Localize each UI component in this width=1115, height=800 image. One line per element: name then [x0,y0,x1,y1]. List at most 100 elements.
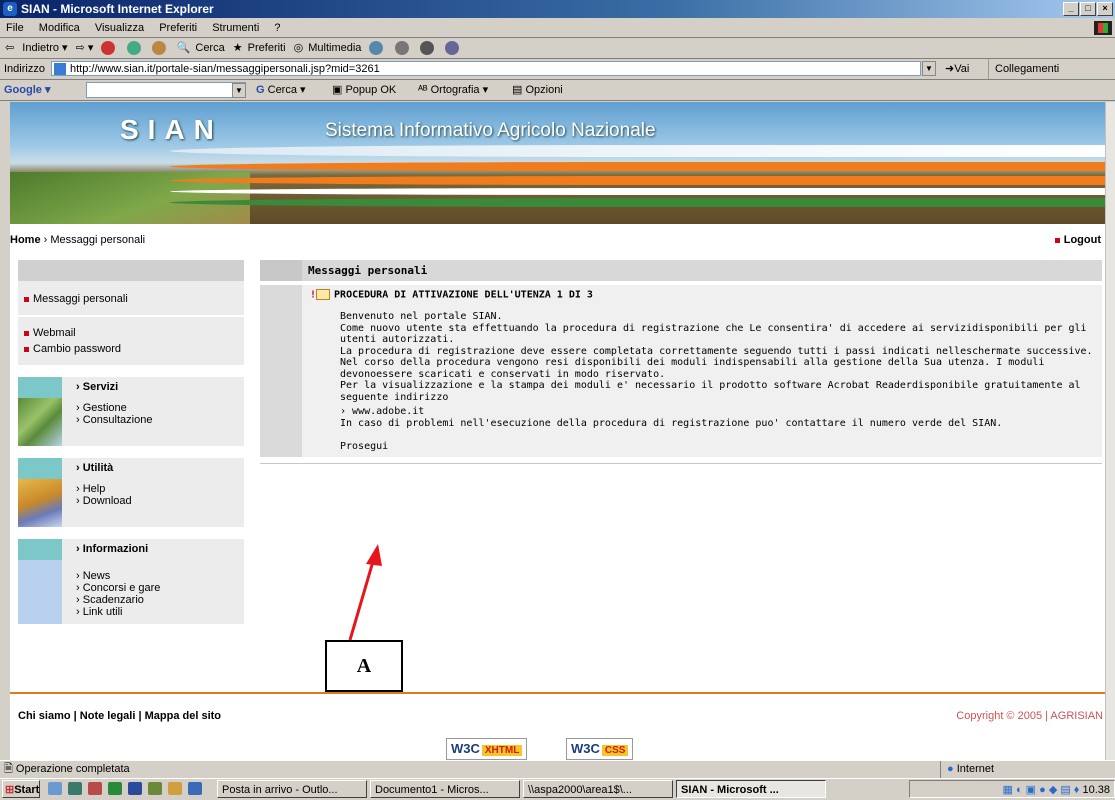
history-icon[interactable] [369,41,384,56]
options-button[interactable]: ▤ Opzioni [512,80,563,100]
print-icon[interactable] [419,41,434,56]
section-title: Utilità [82,462,114,474]
sidebar-item-news[interactable]: › News [76,570,244,582]
address-dropdown-button[interactable]: ▼ [922,61,936,76]
go-button[interactable]: ➜Vai [945,59,969,79]
page-title: Messaggi personali [308,264,428,277]
sidebar-item-scadenzario[interactable]: › Scadenzario [76,594,244,606]
quicklaunch-icon[interactable] [88,782,102,795]
address-input[interactable]: http://www.sian.it/portale-sian/messaggi… [51,61,921,76]
options-label: Opzioni [525,84,563,96]
media-button[interactable]: ◎ Multimedia [294,42,362,54]
section-informazioni-header[interactable]: › Informazioni [18,539,244,560]
quicklaunch-icon[interactable] [48,782,62,795]
quicklaunch-icon[interactable] [148,782,162,795]
w3c-xhtml-badge[interactable]: W3C XHTML [446,738,528,760]
sidebar-item-cambio-password[interactable]: Cambio password [18,341,244,365]
section-utilita-header[interactable]: › Utilità [18,458,244,479]
task-word[interactable]: Documento1 - Micros... [370,780,520,798]
search-button[interactable]: 🔍 Cerca [177,42,225,54]
sidebar-item-help[interactable]: › Help [76,483,244,495]
footer-chi-siamo[interactable]: Chi siamo [18,710,71,722]
sidebar-item-concorsi[interactable]: › Concorsi e gare [76,582,244,594]
google-logo: Google [4,84,42,96]
site-logo[interactable]: SIAN [120,114,223,146]
start-button[interactable]: ⊞Start [2,780,40,798]
envelope-icon [316,289,331,300]
sidebar-item-webmail[interactable]: Webmail [18,317,244,341]
quicklaunch-icon[interactable] [108,782,122,795]
task-explorer[interactable]: \\aspa2000\area1$\... [523,780,673,798]
popup-button[interactable]: ▣ Popup OK [332,80,396,100]
address-bar: Indirizzo http://www.sian.it/portale-sia… [0,59,1115,80]
menu-visualizza[interactable]: Visualizza [95,22,144,34]
bullet-icon [24,330,29,336]
refresh-icon[interactable] [126,41,141,56]
page-icon [54,63,66,75]
main-heading-bar: Messaggi personali [260,260,1102,281]
logout-label: Logout [1063,234,1101,246]
links-button[interactable]: Collegamenti [988,59,1059,79]
stop-icon[interactable] [101,41,116,56]
sidebar: Messaggi personali Webmail Cambio passwo… [18,260,244,624]
task-label: Posta in arrivo - Outlo... [222,784,338,796]
security-zone: ● Internet [940,761,1115,778]
page-scrollbar[interactable] [1105,102,1115,760]
quicklaunch-icon[interactable] [68,782,82,795]
menu-help[interactable]: ? [274,22,280,34]
home-icon[interactable] [151,41,166,56]
google-search-dropdown[interactable]: ▼ [232,83,246,98]
footer-divider [10,692,1105,694]
footer-mappa[interactable]: Mappa del sito [145,710,221,722]
section-swatch [18,458,62,479]
menu-file[interactable]: File [6,22,24,34]
message-paragraph: Per la visualizzazione e la stampa dei m… [340,380,1081,403]
spellcheck-button[interactable]: ᴬᴮ Ortografia ▾ [418,80,488,100]
logout-link[interactable]: Logout [1054,234,1101,246]
tray-icons[interactable]: ▦ ◐ ▣ ● ◆ ▤ ♦ [1003,784,1080,796]
address-url: http://www.sian.it/portale-sian/messaggi… [70,63,380,75]
menu-preferiti[interactable]: Preferiti [159,22,197,34]
menu-modifica[interactable]: Modifica [39,22,80,34]
mail-icon[interactable] [394,41,409,56]
maximize-button[interactable]: □ [1080,2,1096,16]
breadcrumb-home[interactable]: Home [10,234,41,246]
w3c-css-badge[interactable]: W3C CSS [566,738,634,760]
footer-note-legali[interactable]: Note legali [80,710,136,722]
forward-button[interactable]: ⇨ ▾ [76,42,94,54]
favorites-button[interactable]: ★ Preferiti [233,42,286,54]
google-search-button[interactable]: G Cerca ▾ [256,80,306,100]
heading-spacer [260,260,302,281]
sidebar-item-messaggi[interactable]: Messaggi personali [18,281,244,315]
minimize-button[interactable]: _ [1063,2,1079,16]
back-button[interactable]: ⇦ Indietro ▾ [5,42,68,54]
banner-stripe [170,145,1105,157]
quicklaunch-icon[interactable] [128,782,142,795]
taskbar: ⊞Start Posta in arrivo - Outlo... Docume… [0,778,1115,800]
section-utilita-body: › Help › Download [18,479,244,527]
sidebar-item-label: Concorsi e gare [82,582,161,594]
sidebar-item-label: Consultazione [82,414,153,426]
banner-stripe [170,176,1105,185]
close-button[interactable]: × [1097,2,1113,16]
annotation-label-a: A [325,640,403,692]
sidebar-item-label: Webmail [33,327,76,339]
message-title: ! PROCEDURA DI ATTIVAZIONE DELL'UTENZA 1 … [310,285,1064,311]
sidebar-item-gestione[interactable]: › Gestione [76,402,244,414]
edit-icon[interactable] [444,41,459,56]
google-button[interactable]: Google ▾ [4,84,50,96]
continue-link[interactable]: Prosegui [340,429,1094,457]
section-servizi-header[interactable]: › Servizi [18,377,244,398]
google-search-input[interactable] [86,82,246,98]
breadcrumb: Home › Messaggi personali [10,234,146,246]
sidebar-item-download[interactable]: › Download [76,495,244,507]
tools-thumbnail [18,479,62,527]
adobe-link[interactable]: › www.adobe.it [340,406,1094,418]
quicklaunch-icon[interactable] [168,782,182,795]
menu-strumenti[interactable]: Strumenti [212,22,259,34]
quicklaunch-icon[interactable] [188,782,202,795]
task-ie-sian[interactable]: SIAN - Microsoft ... [676,780,826,798]
sidebar-item-link-utili[interactable]: › Link utili [76,606,244,618]
task-outlook[interactable]: Posta in arrivo - Outlo... [217,780,367,798]
sidebar-item-consultazione[interactable]: › Consultazione [76,414,244,426]
